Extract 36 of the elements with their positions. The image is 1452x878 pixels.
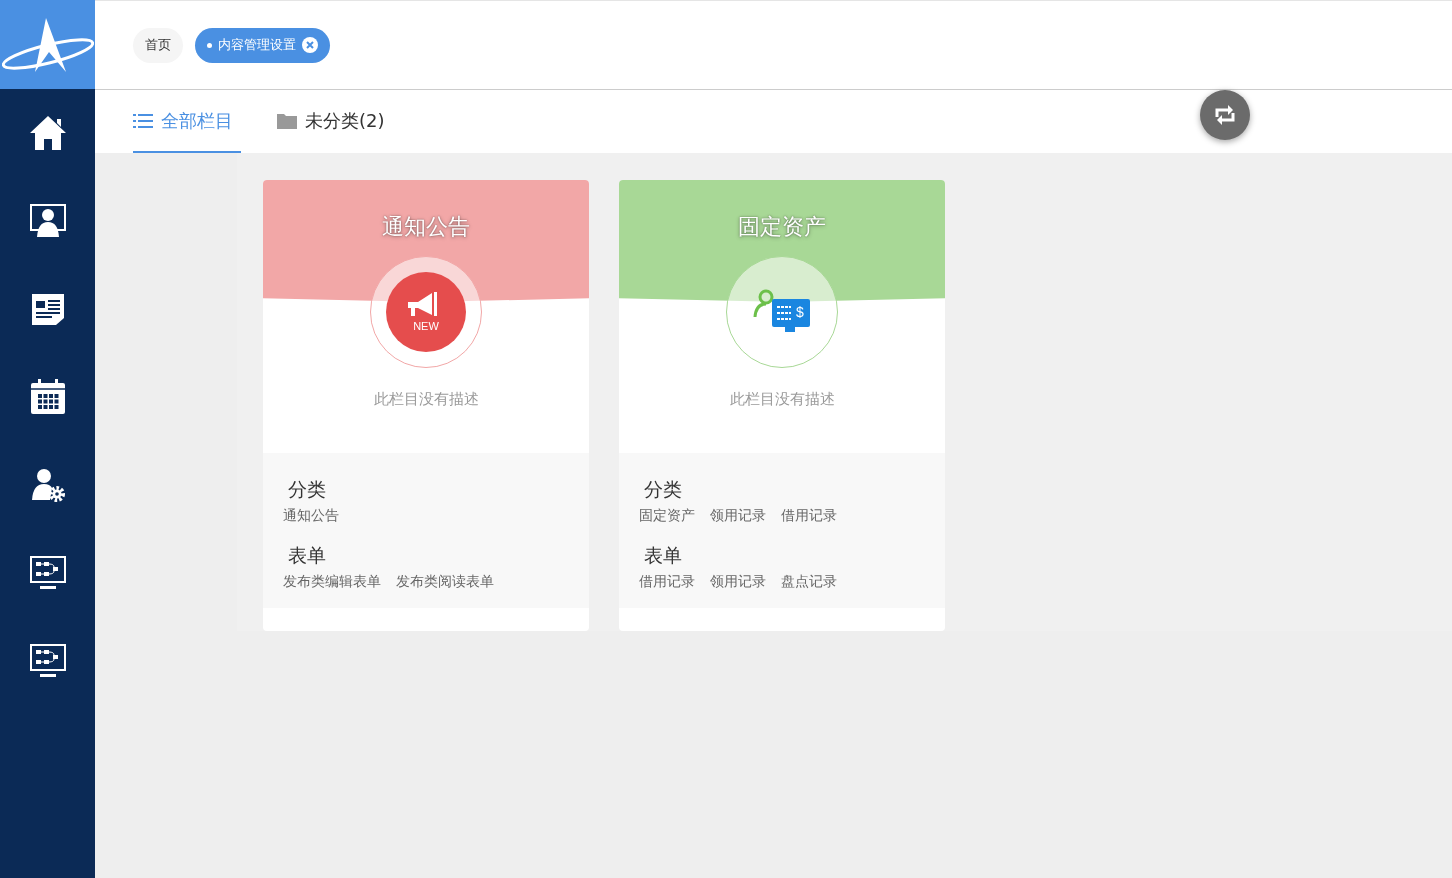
section-link[interactable]: 发布类编辑表单 xyxy=(283,573,381,591)
card-description: 此栏目没有描述 xyxy=(373,390,479,409)
folder-icon xyxy=(277,112,297,129)
calendar-icon xyxy=(29,379,66,415)
user-gear-icon xyxy=(29,467,66,503)
card-title: 通知公告 xyxy=(382,213,470,241)
section-heading: 表单 xyxy=(288,543,327,568)
home-icon xyxy=(28,115,67,151)
dot-icon xyxy=(207,42,212,48)
monitor-user-icon xyxy=(29,204,66,238)
close-icon[interactable] xyxy=(302,37,318,53)
section-heading: 分类 xyxy=(644,477,683,502)
section-link[interactable]: 借用记录 xyxy=(781,507,837,525)
tab[interactable]: 未分类(2) xyxy=(277,90,385,153)
section-link[interactable]: 借用记录 xyxy=(639,573,695,591)
flowchart-monitor-icon xyxy=(29,644,66,678)
section-link[interactable]: 发布类阅读表单 xyxy=(396,573,494,591)
breadcrumb-tag[interactable]: 内容管理设置 xyxy=(195,27,330,63)
newspaper-icon xyxy=(30,292,65,326)
section-link[interactable]: 领用记录 xyxy=(710,573,766,591)
section-link[interactable]: 通知公告 xyxy=(283,507,339,525)
tab[interactable]: 全部栏目 xyxy=(133,90,241,153)
refresh-button[interactable] xyxy=(1200,90,1250,140)
list-icon xyxy=(133,112,153,129)
category-card[interactable]: 通知公告 NEW 此栏目没有描述 分类 通知公告 表单 发布类编辑表单 发布类阅读表单 xyxy=(263,180,589,631)
section-link[interactable]: 领用记录 xyxy=(710,507,766,525)
section-link[interactable]: 盘点记录 xyxy=(781,573,837,591)
card-description: 此栏目没有描述 xyxy=(729,390,835,409)
section-heading: 分类 xyxy=(288,477,327,502)
category-card[interactable]: 固定资产 $ 此栏目没有描述 分类 固定资产 领用记录 借用记录 表单 借用记录 领用记录 盘点记录 xyxy=(619,180,945,631)
breadcrumb-tag[interactable]: 首页 xyxy=(133,27,183,63)
card-title: 固定资产 xyxy=(738,213,826,241)
section-link[interactable]: 固定资产 xyxy=(639,507,695,525)
megaphone-icon: NEW xyxy=(386,272,466,352)
section-heading: 表单 xyxy=(644,543,683,568)
flowchart-monitor-icon xyxy=(29,556,66,590)
